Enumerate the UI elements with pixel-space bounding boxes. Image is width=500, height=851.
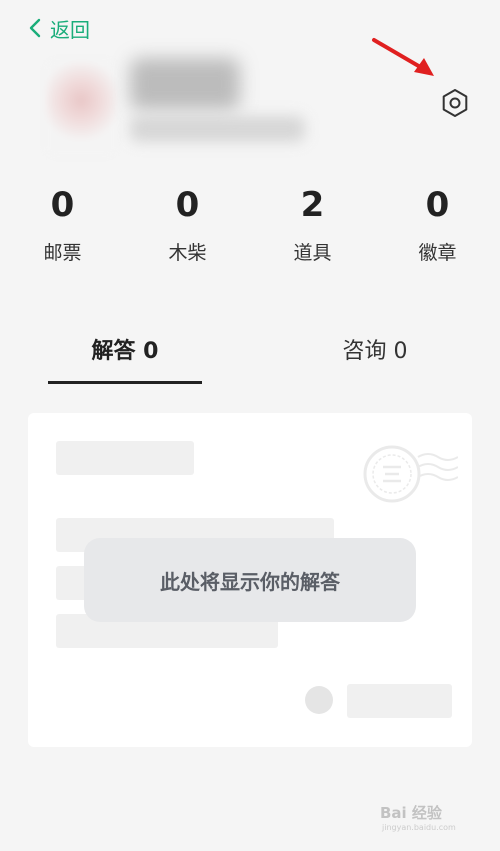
username-blurred (130, 58, 240, 110)
watermark-text: Bai 经验 (380, 804, 442, 822)
stat-value: 0 (50, 185, 75, 225)
baidu-jingyan-watermark: Bai 经验 jingyan.baidu.com (380, 796, 480, 838)
back-label: 返回 (50, 17, 90, 42)
stat-value: 2 (300, 185, 325, 225)
skeleton-meta (347, 684, 452, 718)
stat-firewood[interactable]: 0 木柴 (125, 178, 250, 278)
watermark-subtext: jingyan.baidu.com (382, 823, 456, 832)
stat-label: 木柴 (168, 242, 207, 264)
chevron-left-icon (29, 18, 41, 38)
empty-state-message: 此处将显示你的解答 (84, 538, 416, 622)
stat-value: 0 (175, 185, 200, 225)
tab-bar: 解答 0 咨询 0 (0, 330, 500, 388)
skeleton-title (56, 441, 194, 475)
stat-label: 徽章 (418, 242, 457, 264)
gear-icon (442, 89, 468, 117)
stamp-icon (363, 445, 458, 503)
avatar[interactable] (46, 60, 116, 156)
tab-consultations[interactable]: 咨询 0 (298, 330, 452, 374)
red-arrow-annotation (372, 38, 434, 76)
settings-button[interactable] (438, 86, 472, 120)
stat-props[interactable]: 2 道具 (250, 178, 375, 278)
stat-label: 邮票 (43, 242, 82, 264)
stats-row: 0 邮票 0 木柴 2 道具 0 徽章 (0, 178, 500, 278)
stat-stamps[interactable]: 0 邮票 (0, 178, 125, 278)
back-button[interactable]: 返回 (28, 12, 90, 44)
stat-value: 0 (425, 185, 450, 225)
active-tab-indicator (48, 381, 202, 384)
stat-badges[interactable]: 0 徽章 (375, 178, 500, 278)
stat-label: 道具 (293, 242, 332, 264)
user-subtitle-blurred (130, 116, 305, 142)
skeleton-avatar (305, 686, 333, 714)
tab-answers[interactable]: 解答 0 (48, 330, 202, 374)
